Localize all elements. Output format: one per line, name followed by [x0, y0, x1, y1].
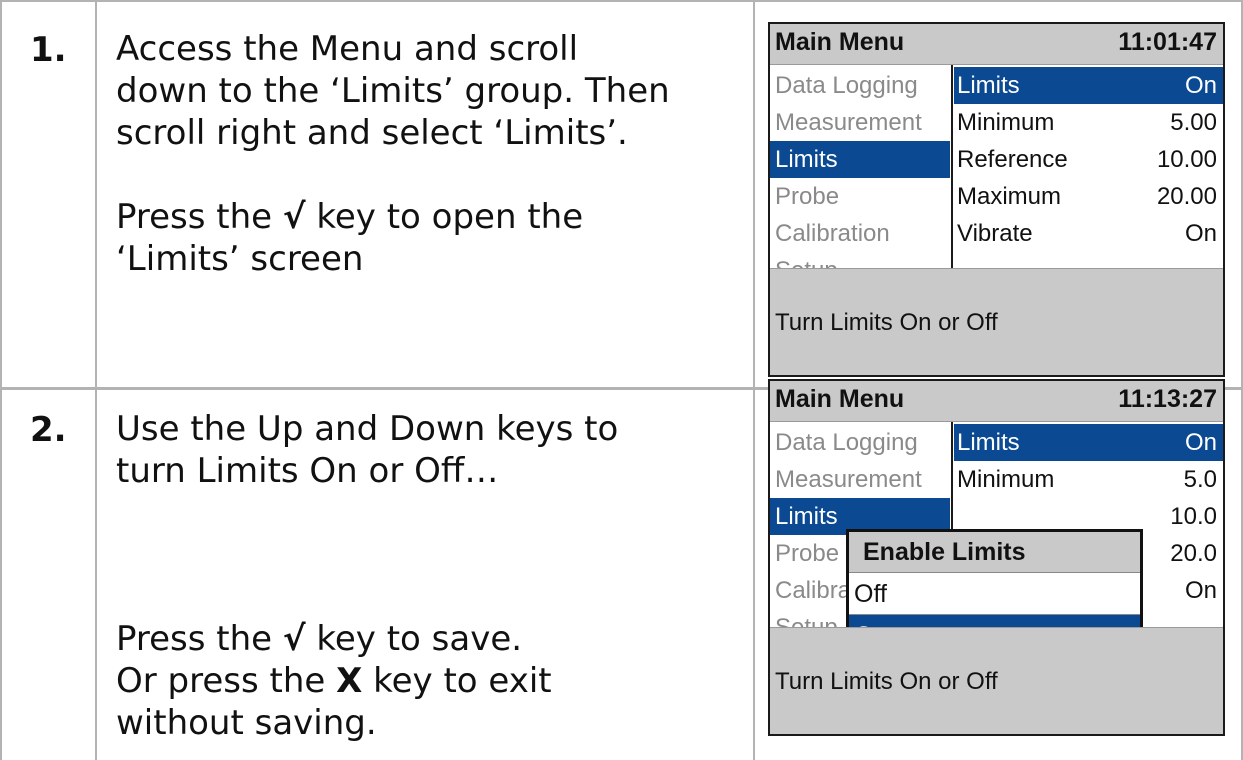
- x-key-icon: X: [336, 661, 363, 701]
- step-1-press-line: Press the √ key to open the: [116, 196, 746, 238]
- setting-value: 20.00: [1156, 183, 1217, 210]
- table-divider-number: [95, 0, 97, 760]
- table-border-top: [0, 0, 1243, 2]
- menu-item-measurement[interactable]: Measurement: [770, 461, 950, 498]
- menu-item-measurement[interactable]: Measurement: [770, 104, 950, 141]
- menu-item-data-logging[interactable]: Data Logging: [770, 424, 950, 461]
- menu-item-data-logging[interactable]: Data Logging: [770, 67, 950, 104]
- table-divider-screen: [753, 0, 755, 760]
- device-screen-2: Main Menu 11:13:27 Data Logging Measurem…: [768, 379, 1225, 736]
- screen-clock: 11:13:27: [1118, 385, 1217, 413]
- step-2-save-line: Press the √ key to save.: [116, 618, 746, 660]
- step-1-press-line-2: ‘Limits’ screen: [116, 239, 364, 279]
- footer-help-text: Turn Limits On or Off: [775, 668, 998, 695]
- setting-name: Minimum: [957, 466, 1055, 493]
- footer-help-text: Turn Limits On or Off: [775, 309, 998, 336]
- menu-item-probe[interactable]: Probe: [770, 178, 950, 215]
- setting-value: 20.0: [1170, 540, 1217, 567]
- setting-row-vibrate[interactable]: Vibrate On: [954, 215, 1223, 252]
- step-2-number: 2.: [30, 410, 67, 450]
- step-1-instructions: Access the Menu and scroll down to the ‘…: [116, 28, 746, 280]
- setting-row-minimum[interactable]: Minimum 5.0: [954, 461, 1223, 498]
- step-2-save-text: Press the: [116, 619, 283, 659]
- menu-item-calibration[interactable]: Calibration: [770, 215, 950, 252]
- step-1-line-2: down to the ‘Limits’ group. Then: [116, 71, 670, 111]
- step-2-instructions: Use the Up and Down keys to turn Limits …: [116, 408, 746, 744]
- setting-name: Limits: [957, 72, 1020, 99]
- screen-title: Main Menu: [775, 28, 905, 56]
- setting-value: 5.0: [1183, 466, 1217, 493]
- screen-footer: Turn Limits On or Off: [770, 627, 1223, 734]
- screen-footer: Turn Limits On or Off: [770, 268, 1223, 375]
- setting-value: On: [1184, 577, 1217, 604]
- screen-title: Main Menu: [775, 385, 905, 413]
- setting-value: 10.00: [1156, 146, 1217, 173]
- screen-clock: 11:01:47: [1118, 28, 1217, 56]
- setting-row-reference[interactable]: Reference 10.00: [954, 141, 1223, 178]
- device-screen-1: Main Menu 11:01:47 Data Logging Measurem…: [768, 22, 1225, 377]
- check-key-icon: √: [282, 619, 306, 659]
- step-2-line-1: Use the Up and Down keys to: [116, 409, 619, 449]
- option-off[interactable]: Off: [849, 572, 1140, 615]
- setting-row-limits[interactable]: Limits On: [954, 424, 1223, 461]
- setting-row-limits[interactable]: Limits On: [954, 67, 1223, 104]
- setting-name: Reference: [957, 146, 1068, 173]
- setting-name: Limits: [957, 429, 1020, 456]
- setting-row-minimum[interactable]: Minimum 5.00: [954, 104, 1223, 141]
- screen-header: Main Menu 11:13:27: [770, 381, 1223, 422]
- step-1-number: 1.: [30, 30, 67, 70]
- dialog-title: Enable Limits: [849, 532, 1140, 572]
- setting-value: On: [1184, 72, 1217, 99]
- setting-value: On: [1184, 220, 1217, 247]
- step-2-line-2: turn Limits On or Off…: [116, 451, 499, 491]
- setting-value: 5.00: [1170, 109, 1217, 136]
- setting-value: 10.0: [1170, 503, 1217, 530]
- screen-header: Main Menu 11:01:47: [770, 24, 1223, 65]
- step-1-line-1: Access the Menu and scroll: [116, 29, 579, 69]
- menu-divider: [951, 65, 953, 270]
- menu-item-limits[interactable]: Limits: [770, 141, 950, 178]
- setting-name: Maximum: [957, 183, 1062, 210]
- step-2-exit-after: key to exit: [362, 661, 552, 701]
- table-border-left: [0, 0, 2, 760]
- step-2-exit-text: Or press the: [116, 661, 337, 701]
- step-2-exit-line-2: without saving.: [116, 703, 377, 743]
- step-2-save-after: key to save.: [305, 619, 523, 659]
- step-1-press-text: Press the: [116, 197, 283, 237]
- setting-row-maximum[interactable]: Maximum 20.00: [954, 178, 1223, 215]
- step-1-line-3: scroll right and select ‘Limits’.: [116, 113, 628, 153]
- setting-value: On: [1184, 429, 1217, 456]
- step-2-exit-line: Or press the X key to exit: [116, 660, 746, 702]
- setting-name: Vibrate: [957, 220, 1033, 247]
- step-1-press-after: key to open the: [305, 197, 584, 237]
- setting-name: Minimum: [957, 109, 1055, 136]
- check-key-icon: √: [282, 197, 306, 237]
